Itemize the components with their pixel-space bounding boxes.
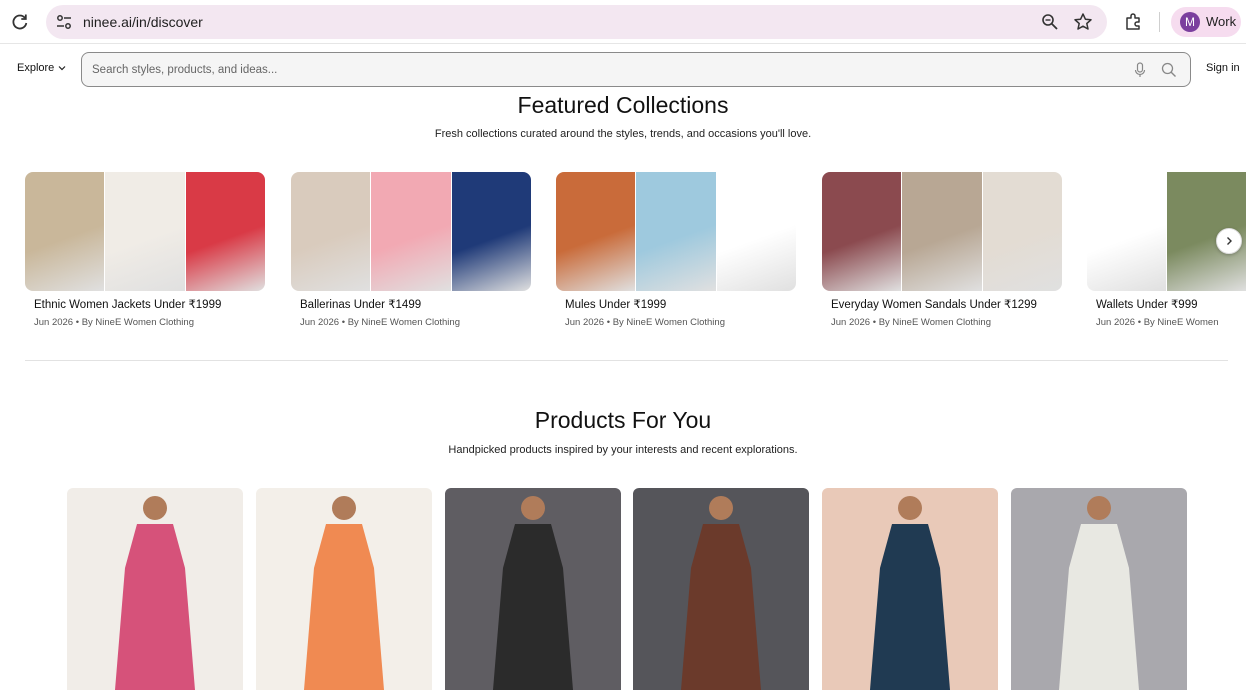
collection-meta: Jun 2026 • By NineE Women Clothing (34, 317, 194, 328)
products-subtitle: Handpicked products inspired by your int… (448, 444, 798, 456)
collection-image (291, 172, 531, 291)
model-head (898, 496, 922, 520)
collection-title: Everyday Women Sandals Under ₹1299 (831, 299, 1037, 311)
model-head (143, 496, 167, 520)
avatar: M (1180, 12, 1200, 32)
collection-image-part (371, 172, 451, 291)
model-head (332, 496, 356, 520)
chevron-right-icon (1227, 237, 1232, 245)
chevron-down-icon (58, 66, 66, 71)
product-image (681, 496, 761, 690)
collection-title: Mules Under ₹1999 (565, 299, 667, 311)
collection-image-part (291, 172, 371, 291)
garment-shape (115, 524, 195, 690)
collection-image-part (451, 172, 531, 291)
search-icon[interactable] (1161, 62, 1177, 78)
garment-shape (1059, 524, 1139, 690)
collection-meta: Jun 2026 • By NineE Women Clothing (565, 317, 725, 328)
browser-toolbar: ninee.ai/in/discover M Work (0, 0, 1246, 44)
product-image (1059, 496, 1139, 690)
products-title: Products For You (534, 407, 712, 433)
collection-image-part (822, 172, 902, 291)
garment-shape (681, 524, 761, 690)
collection-image-part (902, 172, 982, 291)
search-input[interactable] (92, 61, 1092, 79)
product-card[interactable] (633, 488, 809, 690)
profile-button[interactable]: M Work (1171, 7, 1241, 37)
toolbar-divider (1159, 12, 1160, 32)
product-image (115, 496, 195, 690)
model-head (1087, 496, 1111, 520)
collection-image (822, 172, 1062, 291)
products-grid (67, 488, 1187, 690)
collection-image-part (716, 172, 796, 291)
collection-image (25, 172, 265, 291)
address-bar[interactable]: ninee.ai/in/discover (46, 5, 1107, 39)
garment-shape (493, 524, 573, 690)
collection-image (556, 172, 796, 291)
collections-carousel: Ethnic Women Jackets Under ₹1999 Jun 202… (25, 172, 1246, 332)
sign-in-link[interactable]: Sign in (1206, 62, 1240, 74)
collection-title: Wallets Under ₹999 (1096, 299, 1198, 311)
search-box[interactable] (81, 52, 1191, 87)
product-card[interactable] (67, 488, 243, 690)
collection-meta: Jun 2026 • By NineE Women Clothing (300, 317, 460, 328)
product-image (304, 496, 384, 690)
extensions-icon[interactable] (1123, 11, 1143, 31)
collection-card[interactable]: Everyday Women Sandals Under ₹1299 Jun 2… (822, 172, 1062, 328)
profile-label: Work (1206, 14, 1237, 29)
collection-card[interactable]: Ethnic Women Jackets Under ₹1999 Jun 202… (25, 172, 265, 328)
url-text[interactable]: ninee.ai/in/discover (83, 14, 203, 30)
section-divider (25, 360, 1228, 361)
garment-shape (870, 524, 950, 690)
product-image (493, 496, 573, 690)
collection-image-part (982, 172, 1062, 291)
model-head (521, 496, 545, 520)
featured-title: Featured Collections (517, 92, 729, 118)
collection-image-part (25, 172, 105, 291)
garment-shape (304, 524, 384, 690)
product-card[interactable] (445, 488, 621, 690)
collection-card[interactable]: Mules Under ₹1999 Jun 2026 • By NineE Wo… (556, 172, 796, 328)
collection-image-part (636, 172, 716, 291)
collection-card[interactable]: Ballerinas Under ₹1499 Jun 2026 • By Nin… (291, 172, 531, 328)
carousel-next-button[interactable] (1216, 228, 1242, 254)
collection-meta: Jun 2026 • By NineE Women Clothing (831, 317, 991, 328)
collection-image-part (1087, 172, 1167, 291)
product-card[interactable] (256, 488, 432, 690)
explore-menu[interactable]: Explore (17, 62, 66, 74)
site-header: Explore Sign in (0, 45, 1246, 93)
collection-meta: Jun 2026 • By NineE Women (1096, 317, 1219, 328)
collection-image-part (556, 172, 636, 291)
microphone-icon[interactable] (1133, 62, 1147, 78)
product-image (870, 496, 950, 690)
collection-title: Ethnic Women Jackets Under ₹1999 (34, 299, 222, 311)
featured-subtitle: Fresh collections curated around the sty… (434, 128, 812, 140)
reload-icon[interactable] (10, 12, 30, 32)
collection-image-part (185, 172, 265, 291)
zoom-icon[interactable] (1041, 13, 1059, 31)
collection-image-part (105, 172, 185, 291)
product-card[interactable] (1011, 488, 1187, 690)
collection-title: Ballerinas Under ₹1499 (300, 299, 422, 311)
model-head (709, 496, 733, 520)
site-info-icon[interactable] (54, 12, 74, 32)
bookmark-star-icon[interactable] (1073, 12, 1093, 32)
product-card[interactable] (822, 488, 998, 690)
explore-label: Explore (17, 62, 55, 74)
